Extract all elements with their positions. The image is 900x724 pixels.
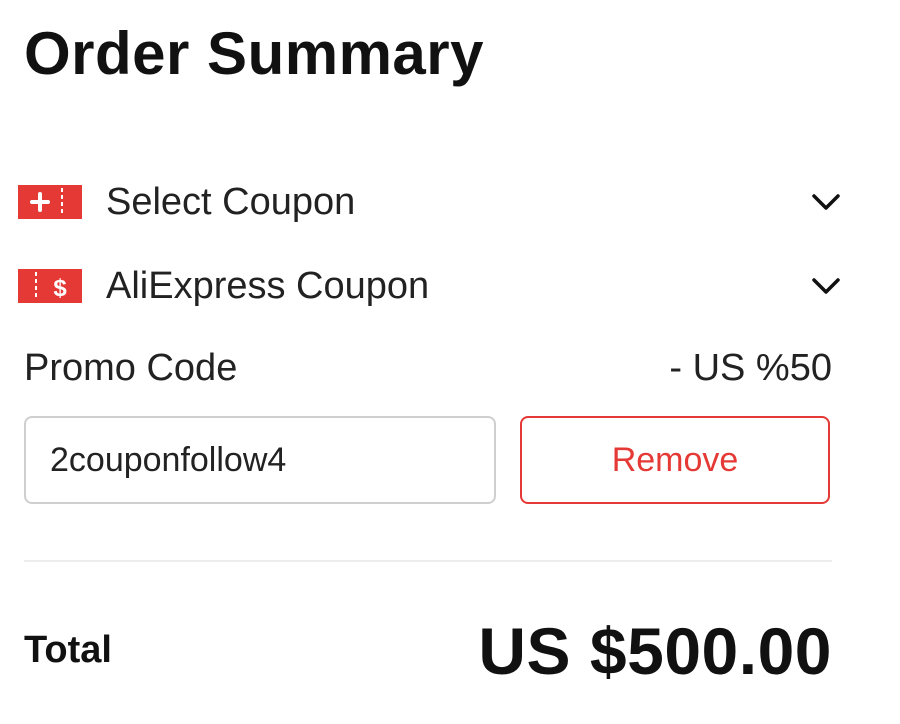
select-coupon-row[interactable]: Select Coupon xyxy=(18,174,844,230)
select-coupon-label: Select Coupon xyxy=(106,180,356,223)
svg-text:$: $ xyxy=(53,275,67,302)
promo-code-label: Promo Code xyxy=(24,346,238,389)
remove-promo-button[interactable]: Remove xyxy=(520,416,830,504)
page-title: Order Summary xyxy=(24,20,485,87)
coupon-ticket-icon xyxy=(18,185,82,219)
total-label: Total xyxy=(24,629,112,671)
dollar-coupon-icon: $ xyxy=(18,269,82,303)
promo-discount-value: - US %50 xyxy=(669,346,832,389)
promo-code-row: Promo Code - US %50 xyxy=(24,340,832,396)
total-value: US $500.00 xyxy=(478,614,832,688)
chevron-down-icon[interactable] xyxy=(808,268,844,304)
aliexpress-coupon-label: AliExpress Coupon xyxy=(106,264,430,307)
chevron-down-icon[interactable] xyxy=(808,184,844,220)
promo-code-input[interactable] xyxy=(24,416,496,504)
divider xyxy=(24,560,832,562)
aliexpress-coupon-row[interactable]: $ AliExpress Coupon xyxy=(18,258,844,314)
order-summary-panel: Order Summary Select Coupon $ AliExpress… xyxy=(0,0,900,724)
